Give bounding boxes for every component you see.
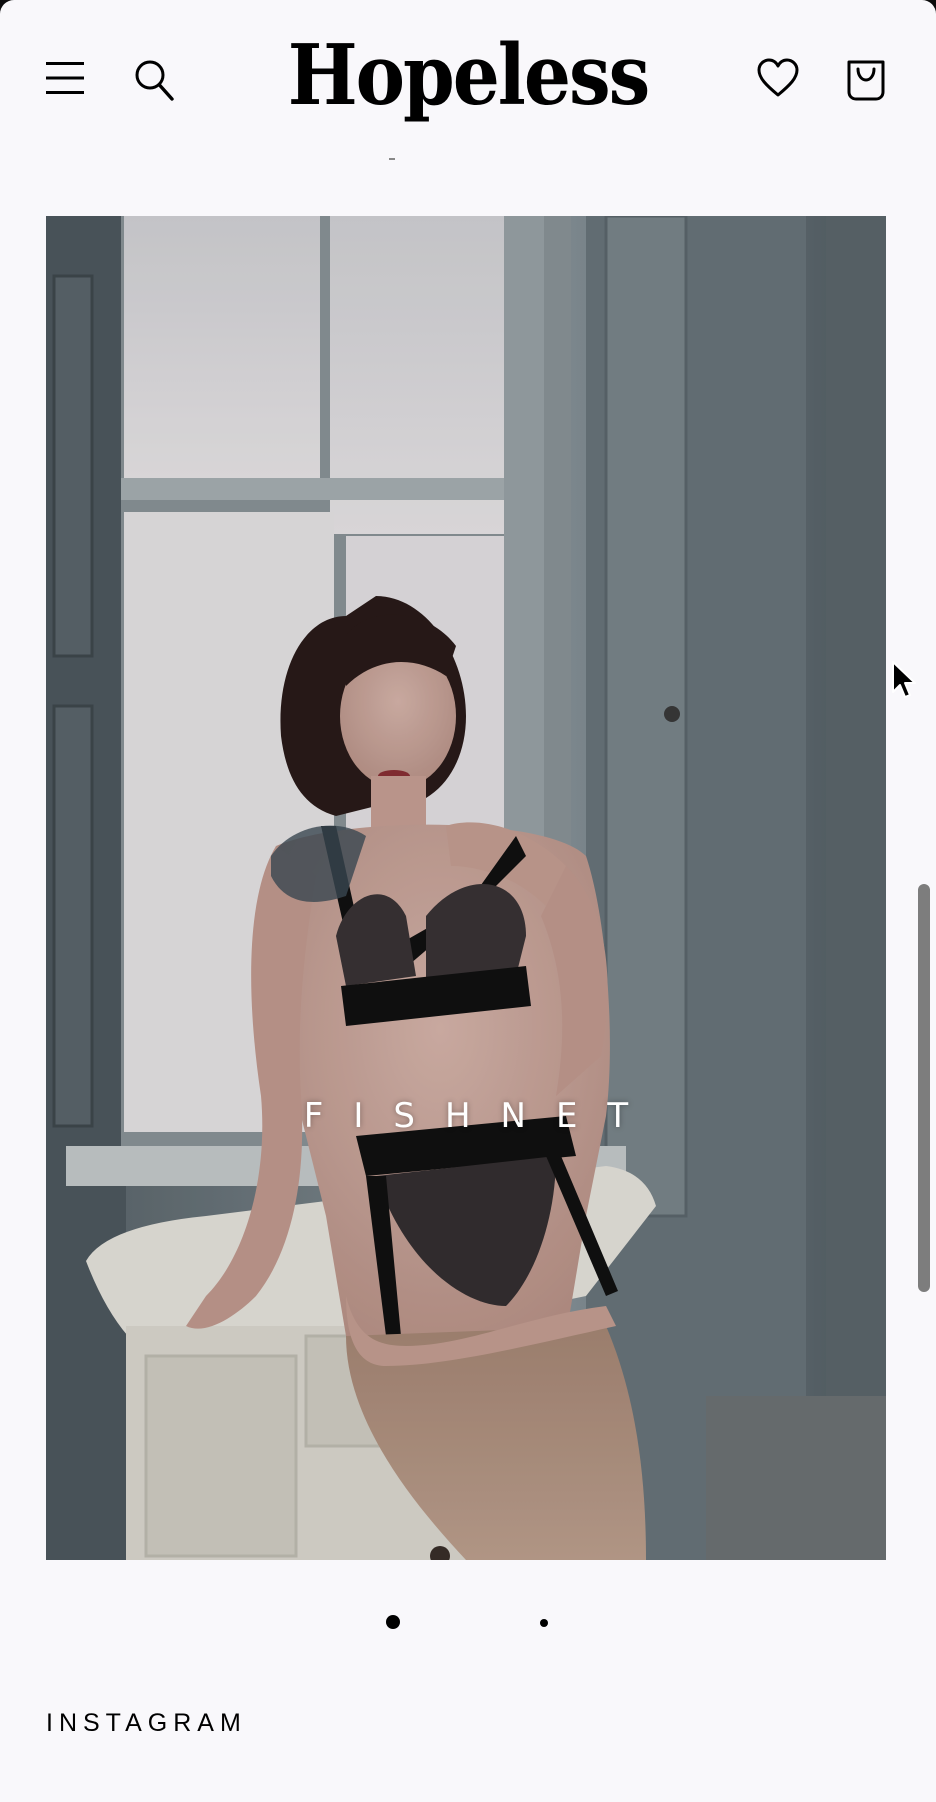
search-icon[interactable]	[133, 58, 175, 102]
divider-mark	[389, 158, 395, 160]
slide-dot-1-active[interactable]	[386, 1615, 400, 1629]
mouse-cursor-icon	[892, 661, 916, 698]
hamburger-menu-icon[interactable]	[46, 60, 84, 96]
site-header: Hopeless	[0, 0, 936, 160]
site-logo[interactable]: Hopeless	[288, 20, 651, 132]
banner-photo	[46, 216, 886, 1560]
page: Hopeless FISHNET INSTAGRAM	[0, 0, 936, 1802]
heart-icon[interactable]	[756, 56, 800, 100]
collection-banner[interactable]: FISHNET	[46, 216, 886, 1560]
banner-title: FISHNET	[303, 1096, 659, 1136]
scrollbar-thumb[interactable]	[918, 884, 930, 1292]
instagram-heading: INSTAGRAM	[46, 1709, 247, 1737]
shopping-bag-icon[interactable]	[845, 54, 887, 102]
slide-dot-2[interactable]	[540, 1619, 548, 1627]
